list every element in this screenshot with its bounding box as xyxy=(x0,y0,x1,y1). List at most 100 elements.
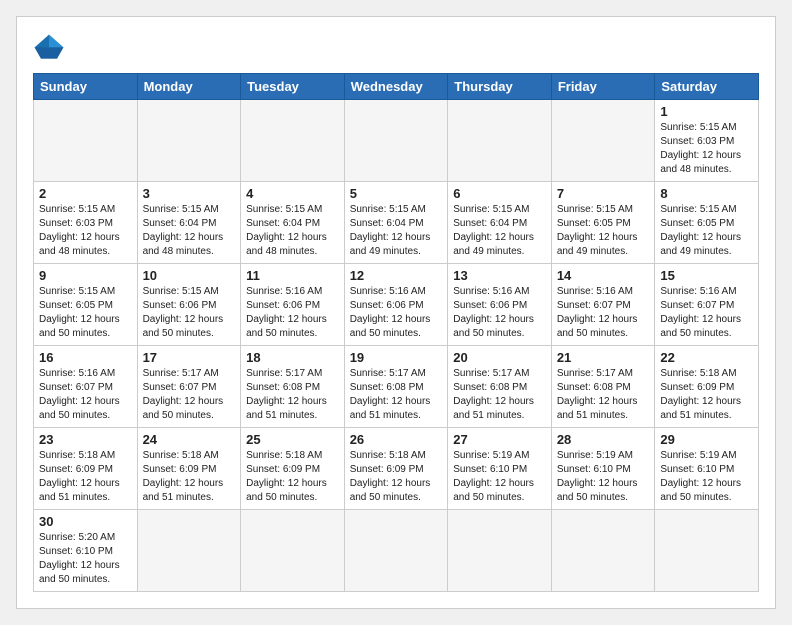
calendar-cell: 6 Sunrise: 5:15 AM Sunset: 6:04 PM Daylig… xyxy=(448,182,552,264)
day-number: 15 xyxy=(660,268,753,283)
calendar-cell: 1 Sunrise: 5:15 AM Sunset: 6:03 PM Daylig… xyxy=(655,100,759,182)
day-number: 5 xyxy=(350,186,443,201)
header xyxy=(33,33,759,61)
day-number: 14 xyxy=(557,268,650,283)
calendar-cell: 28 Sunrise: 5:19 AM Sunset: 6:10 PM Dayli… xyxy=(551,428,655,510)
day-info: Sunrise: 5:15 AM Sunset: 6:03 PM Dayligh… xyxy=(39,203,132,259)
day-info: Sunrise: 5:15 AM Sunset: 6:05 PM Dayligh… xyxy=(39,285,132,341)
calendar-cell xyxy=(551,510,655,592)
calendar-header-monday: Monday xyxy=(137,74,241,100)
day-info: Sunrise: 5:15 AM Sunset: 6:03 PM Dayligh… xyxy=(660,121,753,177)
calendar-header-saturday: Saturday xyxy=(655,74,759,100)
calendar-cell: 13Sunrise: 5:16 AM Sunset: 6:06 PM Dayli… xyxy=(448,264,552,346)
calendar-cell: 21 Sunrise: 5:17 AM Sunset: 6:08 PM Dayli… xyxy=(551,346,655,428)
calendar-cell xyxy=(448,100,552,182)
calendar-cell: 4 Sunrise: 5:15 AM Sunset: 6:04 PM Daylig… xyxy=(241,182,345,264)
calendar-cell xyxy=(137,100,241,182)
day-number: 2 xyxy=(39,186,132,201)
calendar-cell: 16 Sunrise: 5:16 AM Sunset: 6:07 PM Dayli… xyxy=(34,346,138,428)
calendar-cell: 14Sunrise: 5:16 AM Sunset: 6:07 PM Dayli… xyxy=(551,264,655,346)
day-number: 3 xyxy=(143,186,236,201)
day-info: Sunrise: 5:15 AM Sunset: 6:04 PM Dayligh… xyxy=(143,203,236,259)
calendar-cell: 10 Sunrise: 5:15 AM Sunset: 6:06 PM Dayli… xyxy=(137,264,241,346)
day-info: Sunrise: 5:15 AM Sunset: 6:04 PM Dayligh… xyxy=(453,203,546,259)
calendar-cell xyxy=(344,100,448,182)
calendar-week-row: 30Sunrise: 5:20 AM Sunset: 6:10 PM Dayli… xyxy=(34,510,759,592)
calendar-cell: 9 Sunrise: 5:15 AM Sunset: 6:05 PM Daylig… xyxy=(34,264,138,346)
day-info: Sunrise: 5:16 AM Sunset: 6:06 PM Dayligh… xyxy=(350,285,443,341)
logo xyxy=(33,33,69,61)
calendar-cell: 23 Sunrise: 5:18 AM Sunset: 6:09 PM Dayli… xyxy=(34,428,138,510)
day-number: 22 xyxy=(660,350,753,365)
day-number: 9 xyxy=(39,268,132,283)
calendar-cell xyxy=(137,510,241,592)
day-number: 16 xyxy=(39,350,132,365)
calendar-cell: 19Sunrise: 5:17 AM Sunset: 6:08 PM Dayli… xyxy=(344,346,448,428)
day-number: 20 xyxy=(453,350,546,365)
day-number: 19 xyxy=(350,350,443,365)
calendar-cell: 8 Sunrise: 5:15 AM Sunset: 6:05 PM Daylig… xyxy=(655,182,759,264)
day-number: 8 xyxy=(660,186,753,201)
day-number: 13 xyxy=(453,268,546,283)
day-info: Sunrise: 5:18 AM Sunset: 6:09 PM Dayligh… xyxy=(660,367,753,423)
day-info: Sunrise: 5:16 AM Sunset: 6:06 PM Dayligh… xyxy=(246,285,339,341)
calendar-cell xyxy=(241,510,345,592)
day-number: 30 xyxy=(39,514,132,529)
calendar-week-row: 16 Sunrise: 5:16 AM Sunset: 6:07 PM Dayli… xyxy=(34,346,759,428)
calendar-cell: 5Sunrise: 5:15 AM Sunset: 6:04 PM Daylig… xyxy=(344,182,448,264)
day-info: Sunrise: 5:18 AM Sunset: 6:09 PM Dayligh… xyxy=(246,449,339,505)
calendar-cell: 22 Sunrise: 5:18 AM Sunset: 6:09 PM Dayli… xyxy=(655,346,759,428)
day-info: Sunrise: 5:15 AM Sunset: 6:06 PM Dayligh… xyxy=(143,285,236,341)
logo-icon xyxy=(33,33,65,61)
calendar-cell xyxy=(241,100,345,182)
day-number: 26 xyxy=(350,432,443,447)
calendar-cell: 25 Sunrise: 5:18 AM Sunset: 6:09 PM Dayli… xyxy=(241,428,345,510)
calendar-cell: 7 Sunrise: 5:15 AM Sunset: 6:05 PM Daylig… xyxy=(551,182,655,264)
day-info: Sunrise: 5:18 AM Sunset: 6:09 PM Dayligh… xyxy=(39,449,132,505)
day-info: Sunrise: 5:17 AM Sunset: 6:07 PM Dayligh… xyxy=(143,367,236,423)
calendar-cell xyxy=(655,510,759,592)
calendar-cell: 24Sunrise: 5:18 AM Sunset: 6:09 PM Dayli… xyxy=(137,428,241,510)
calendar-cell: 29Sunrise: 5:19 AM Sunset: 6:10 PM Dayli… xyxy=(655,428,759,510)
day-number: 1 xyxy=(660,104,753,119)
calendar-container: SundayMondayTuesdayWednesdayThursdayFrid… xyxy=(16,16,776,609)
day-info: Sunrise: 5:19 AM Sunset: 6:10 PM Dayligh… xyxy=(557,449,650,505)
calendar-header-thursday: Thursday xyxy=(448,74,552,100)
day-number: 4 xyxy=(246,186,339,201)
calendar-cell: 30Sunrise: 5:20 AM Sunset: 6:10 PM Dayli… xyxy=(34,510,138,592)
calendar-header-row: SundayMondayTuesdayWednesdayThursdayFrid… xyxy=(34,74,759,100)
day-number: 29 xyxy=(660,432,753,447)
calendar-cell: 20Sunrise: 5:17 AM Sunset: 6:08 PM Dayli… xyxy=(448,346,552,428)
day-number: 27 xyxy=(453,432,546,447)
calendar-cell: 27Sunrise: 5:19 AM Sunset: 6:10 PM Dayli… xyxy=(448,428,552,510)
calendar-week-row: 9 Sunrise: 5:15 AM Sunset: 6:05 PM Daylig… xyxy=(34,264,759,346)
day-info: Sunrise: 5:15 AM Sunset: 6:05 PM Dayligh… xyxy=(660,203,753,259)
calendar-week-row: 1 Sunrise: 5:15 AM Sunset: 6:03 PM Daylig… xyxy=(34,100,759,182)
calendar-cell: 3 Sunrise: 5:15 AM Sunset: 6:04 PM Daylig… xyxy=(137,182,241,264)
day-info: Sunrise: 5:18 AM Sunset: 6:09 PM Dayligh… xyxy=(143,449,236,505)
day-info: Sunrise: 5:17 AM Sunset: 6:08 PM Dayligh… xyxy=(557,367,650,423)
calendar-cell: 15Sunrise: 5:16 AM Sunset: 6:07 PM Dayli… xyxy=(655,264,759,346)
day-number: 21 xyxy=(557,350,650,365)
day-number: 25 xyxy=(246,432,339,447)
day-number: 7 xyxy=(557,186,650,201)
day-info: Sunrise: 5:16 AM Sunset: 6:07 PM Dayligh… xyxy=(39,367,132,423)
day-number: 23 xyxy=(39,432,132,447)
day-number: 12 xyxy=(350,268,443,283)
calendar-cell xyxy=(551,100,655,182)
day-info: Sunrise: 5:15 AM Sunset: 6:04 PM Dayligh… xyxy=(246,203,339,259)
calendar-cell xyxy=(34,100,138,182)
calendar-cell: 12 Sunrise: 5:16 AM Sunset: 6:06 PM Dayli… xyxy=(344,264,448,346)
day-info: Sunrise: 5:17 AM Sunset: 6:08 PM Dayligh… xyxy=(246,367,339,423)
calendar-cell: 2 Sunrise: 5:15 AM Sunset: 6:03 PM Daylig… xyxy=(34,182,138,264)
calendar-header-sunday: Sunday xyxy=(34,74,138,100)
day-info: Sunrise: 5:15 AM Sunset: 6:05 PM Dayligh… xyxy=(557,203,650,259)
day-number: 10 xyxy=(143,268,236,283)
day-number: 28 xyxy=(557,432,650,447)
calendar-header-friday: Friday xyxy=(551,74,655,100)
day-number: 6 xyxy=(453,186,546,201)
day-number: 17 xyxy=(143,350,236,365)
calendar-cell xyxy=(448,510,552,592)
calendar-cell: 17 Sunrise: 5:17 AM Sunset: 6:07 PM Dayli… xyxy=(137,346,241,428)
calendar-cell xyxy=(344,510,448,592)
